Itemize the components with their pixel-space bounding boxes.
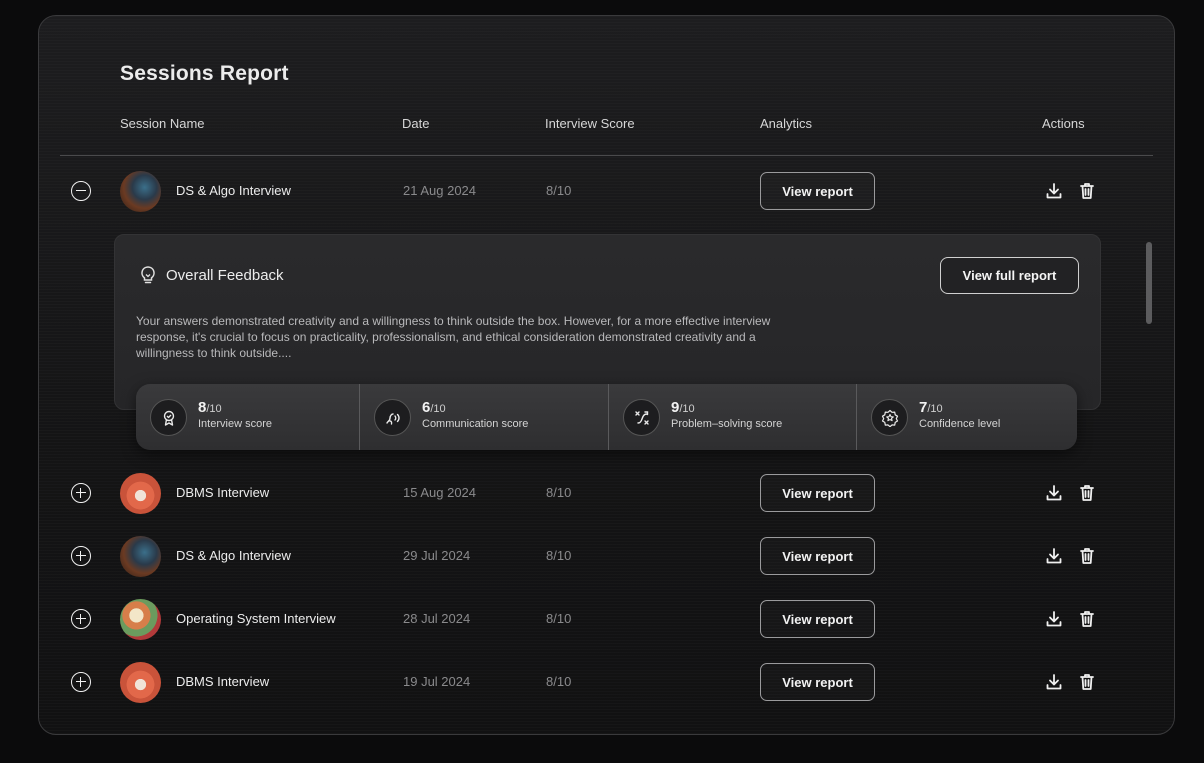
download-icon[interactable] (1044, 672, 1064, 692)
badge-check-icon (150, 399, 187, 436)
table-row: DS & Algo Interview 29 Jul 2024 8/10 Vie… (39, 534, 1174, 580)
view-report-button[interactable]: View report (760, 474, 875, 512)
table-row: DS & Algo Interview 21 Aug 2024 8/10 Vie… (39, 169, 1174, 215)
session-score: 8/10 (546, 485, 572, 500)
expand-icon[interactable] (71, 546, 91, 566)
avatar (120, 662, 161, 703)
stat-problem-solving-score: 9/10 Problem–solving score (609, 384, 857, 450)
stat-label: Communication score (422, 418, 529, 430)
avatar (120, 536, 161, 577)
score-summary-bar: 8/10 Interview score 6/10 Communication … (136, 384, 1077, 450)
trash-icon[interactable] (1077, 181, 1097, 201)
session-name: DBMS Interview (176, 674, 270, 689)
page-title: Sessions Report (120, 62, 289, 85)
scrollbar[interactable] (1146, 242, 1152, 324)
sessions-report-panel: Sessions Report Session Name Date Interv… (38, 15, 1175, 735)
column-header-score: Interview Score (545, 116, 635, 131)
column-header-actions: Actions (1042, 116, 1085, 131)
download-icon[interactable] (1044, 181, 1064, 201)
stat-denominator: /10 (679, 403, 695, 415)
column-header-session-name: Session Name (120, 116, 205, 131)
stat-confidence-level: 7/10 Confidence level (857, 384, 1077, 450)
stat-label: Problem–solving score (671, 418, 783, 430)
session-score: 8/10 (546, 183, 572, 198)
speaking-head-icon (374, 399, 411, 436)
session-score: 8/10 (546, 674, 572, 689)
column-header-date: Date (402, 116, 430, 131)
table-row: Operating System Interview 28 Jul 2024 8… (39, 597, 1174, 643)
header-divider (60, 155, 1153, 156)
table-row: DBMS Interview 15 Aug 2024 8/10 View rep… (39, 471, 1174, 517)
avatar (120, 473, 161, 514)
session-name: DBMS Interview (176, 485, 270, 500)
view-report-button[interactable]: View report (760, 537, 875, 575)
lightbulb-icon (139, 265, 157, 285)
session-score: 8/10 (546, 611, 572, 626)
avatar (120, 599, 161, 640)
session-date: 28 Jul 2024 (403, 611, 471, 626)
expand-icon[interactable] (71, 609, 91, 629)
column-header-analytics: Analytics (760, 116, 813, 131)
stat-denominator: /10 (206, 403, 222, 415)
stat-communication-score: 6/10 Communication score (360, 384, 609, 450)
star-badge-icon (871, 399, 908, 436)
feedback-title: Overall Feedback (166, 267, 284, 284)
session-date: 29 Jul 2024 (403, 548, 471, 563)
view-report-button[interactable]: View report (760, 600, 875, 638)
stat-label: Interview score (198, 418, 272, 430)
download-icon[interactable] (1044, 483, 1064, 503)
stat-interview-score: 8/10 Interview score (136, 384, 360, 450)
stat-denominator: /10 (430, 403, 446, 415)
trash-icon[interactable] (1077, 672, 1097, 692)
strategy-icon (623, 399, 660, 436)
stat-label: Confidence level (919, 418, 1001, 430)
feedback-text: Your answers demonstrated creativity and… (136, 314, 771, 360)
trash-icon[interactable] (1077, 546, 1097, 566)
session-date: 15 Aug 2024 (403, 485, 477, 500)
view-report-button[interactable]: View report (760, 663, 875, 701)
download-icon[interactable] (1044, 609, 1064, 629)
collapse-icon[interactable] (71, 181, 91, 201)
trash-icon[interactable] (1077, 609, 1097, 629)
session-name: DS & Algo Interview (176, 548, 291, 563)
download-icon[interactable] (1044, 546, 1064, 566)
avatar (120, 171, 161, 212)
view-full-report-button[interactable]: View full report (940, 257, 1079, 294)
session-score: 8/10 (546, 548, 572, 563)
session-date: 19 Jul 2024 (403, 674, 471, 689)
expand-icon[interactable] (71, 672, 91, 692)
session-name: DS & Algo Interview (176, 183, 291, 198)
table-row: DBMS Interview 19 Jul 2024 8/10 View rep… (39, 660, 1174, 706)
stat-denominator: /10 (927, 403, 943, 415)
expand-icon[interactable] (71, 483, 91, 503)
trash-icon[interactable] (1077, 483, 1097, 503)
session-date: 21 Aug 2024 (403, 183, 477, 198)
view-report-button[interactable]: View report (760, 172, 875, 210)
session-name: Operating System Interview (176, 611, 336, 626)
